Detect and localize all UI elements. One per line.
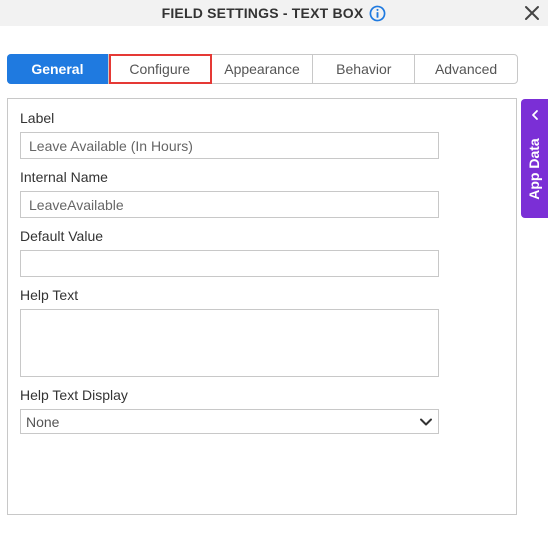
default-value-field-label: Default Value [20, 228, 104, 244]
default-value-input[interactable] [20, 250, 439, 277]
help-text-field-label: Help Text [20, 287, 79, 303]
label-input[interactable]: Leave Available (In Hours) [20, 132, 439, 159]
chevron-left-icon [532, 110, 538, 120]
general-settings-panel: Label Leave Available (In Hours) Interna… [7, 98, 517, 515]
dialog-title-group: FIELD SETTINGS - TEXT BOX [162, 5, 387, 22]
help-text-display-field-label: Help Text Display [20, 387, 128, 403]
info-icon[interactable] [369, 5, 386, 22]
help-text-display-select[interactable]: None [20, 409, 439, 434]
dialog-title-bar: FIELD SETTINGS - TEXT BOX [0, 0, 548, 26]
tab-configure[interactable]: Configure [108, 54, 212, 84]
dialog-title: FIELD SETTINGS - TEXT BOX [161, 5, 364, 21]
tab-general[interactable]: General [7, 54, 109, 84]
help-text-textarea[interactable] [20, 309, 439, 377]
help-text-display-value: None [26, 413, 60, 430]
chevron-down-icon [420, 418, 432, 425]
tab-behavior[interactable]: Behavior [313, 55, 416, 83]
settings-tabs: General Configure Appearance Behavior Ad… [7, 54, 518, 84]
close-icon[interactable] [522, 3, 542, 23]
tab-advanced[interactable]: Advanced [415, 55, 517, 83]
internal-name-field-label: Internal Name [20, 169, 108, 185]
app-data-label: App Data [526, 138, 542, 200]
label-field-label: Label [20, 110, 55, 126]
app-data-panel-toggle[interactable]: App Data [521, 99, 548, 218]
internal-name-input[interactable]: LeaveAvailable [20, 191, 439, 218]
tab-appearance[interactable]: Appearance [212, 55, 314, 83]
